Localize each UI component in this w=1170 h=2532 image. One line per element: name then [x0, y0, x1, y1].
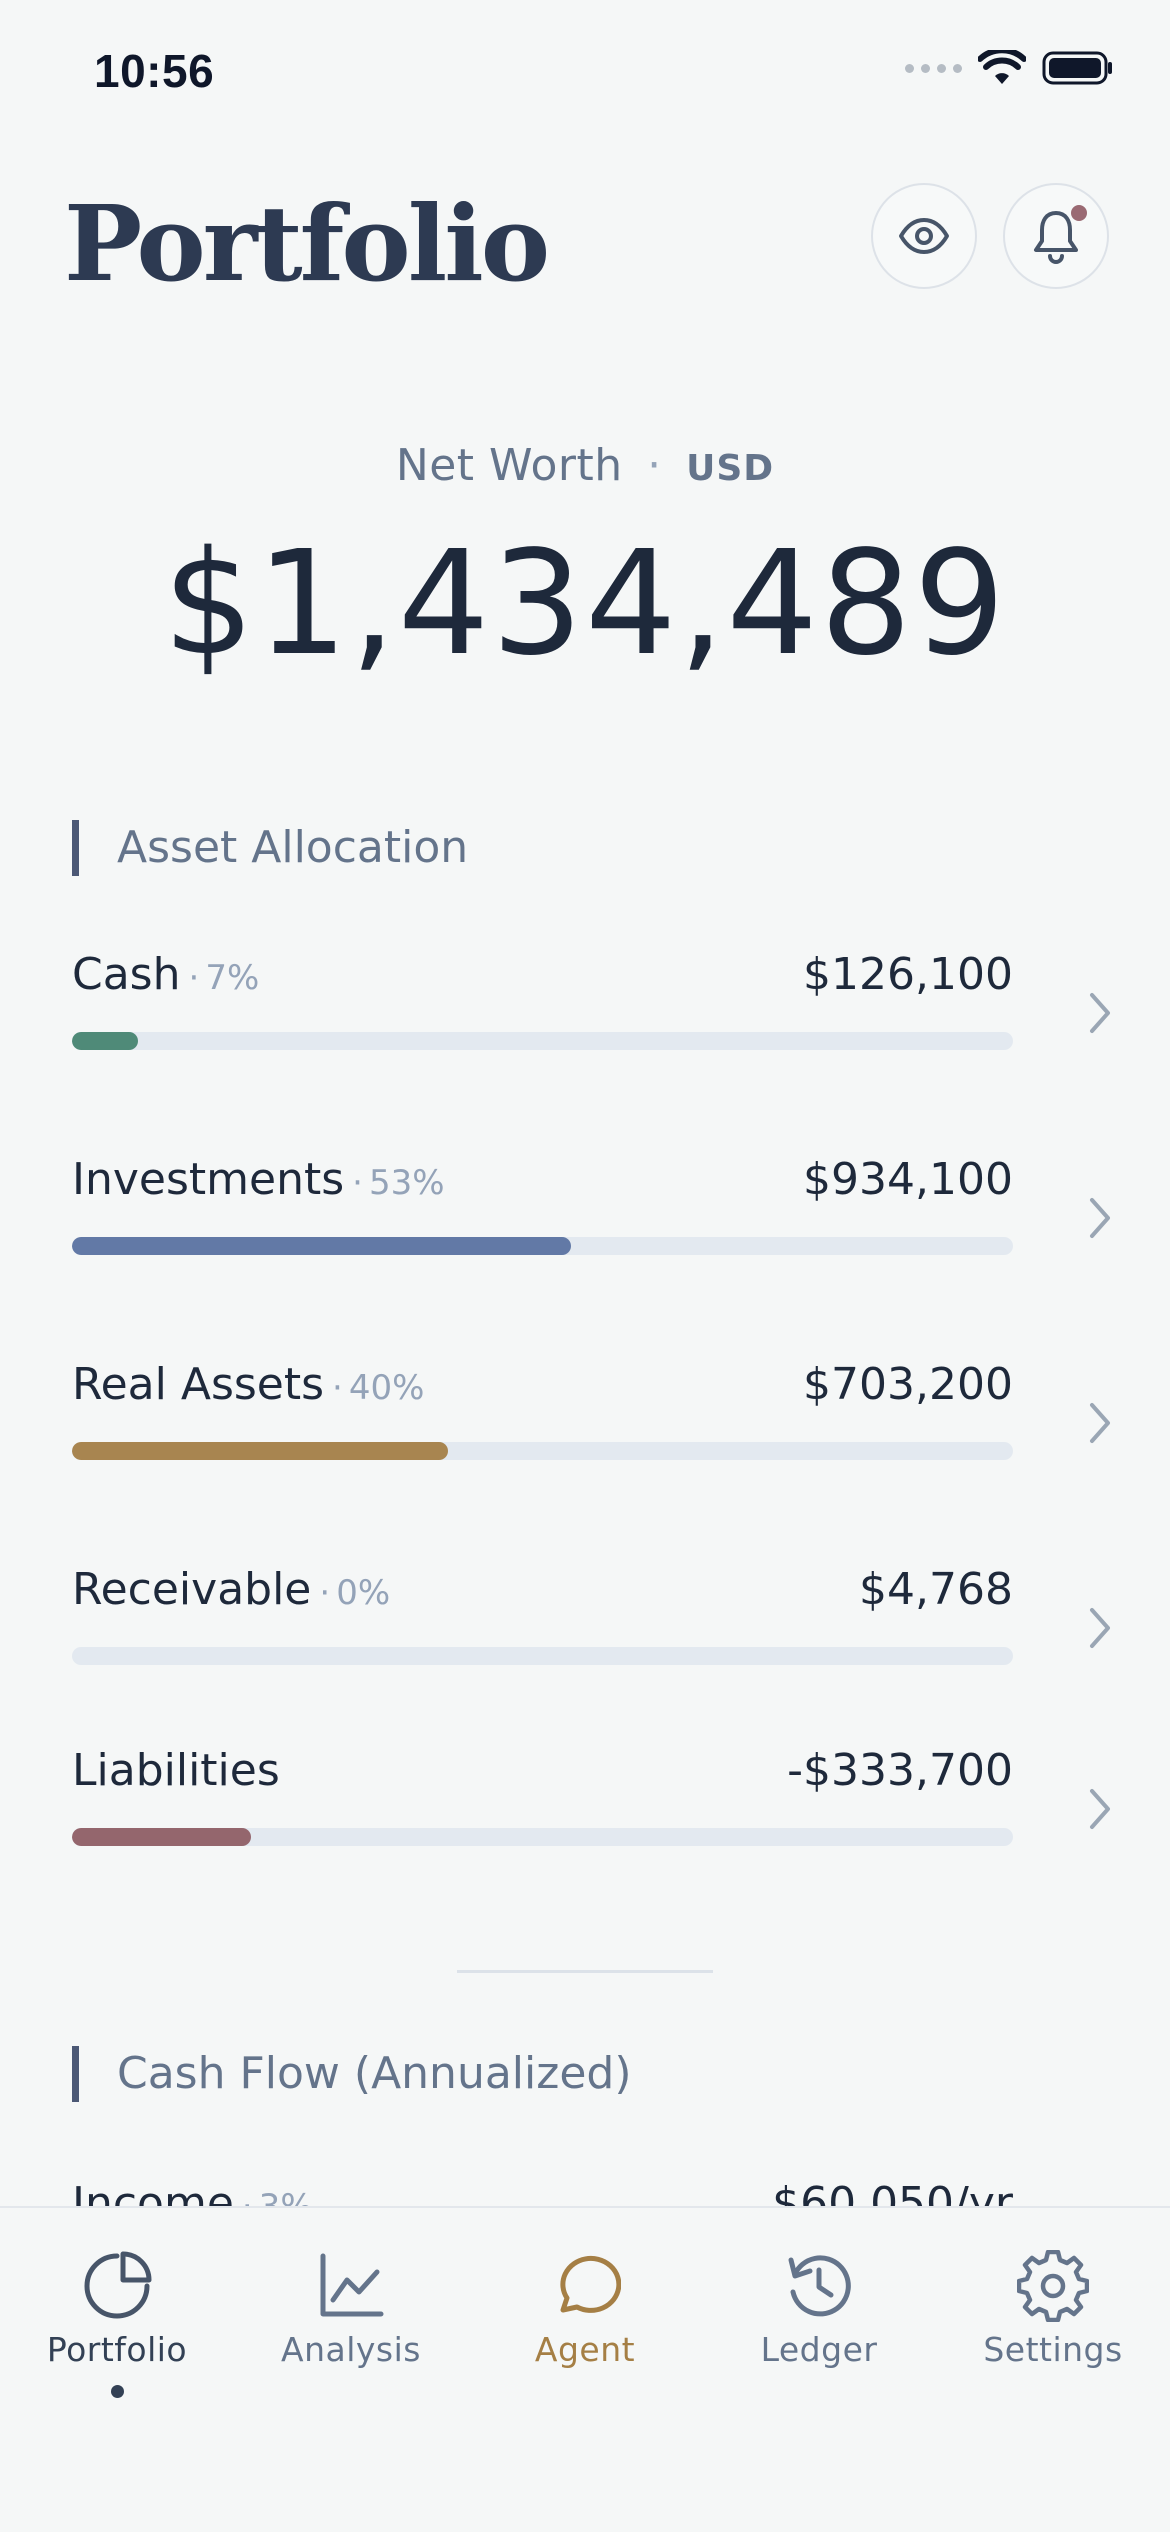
battery-icon — [1042, 51, 1112, 85]
section-divider — [457, 1970, 713, 1973]
history-icon — [788, 2255, 851, 2317]
allocation-amount: $126,100 — [803, 949, 1013, 1000]
allocation-bar — [72, 1828, 1013, 1846]
cash-flow-title: Cash Flow (Annualized) — [72, 2046, 632, 2102]
header: Portfolio — [0, 150, 1170, 330]
wifi-icon — [978, 50, 1026, 84]
allocation-percent: 53% — [368, 1163, 445, 1203]
active-tab-indicator — [110, 2385, 124, 2398]
tab-ledger[interactable]: Ledger — [702, 2250, 936, 2369]
tab-settings[interactable]: Settings — [936, 2250, 1170, 2369]
allocation-bar — [72, 1032, 1013, 1050]
status-bar: 10:56 — [0, 0, 1170, 150]
net-worth-value: $1,434,489 — [162, 519, 1008, 687]
eye-icon — [899, 218, 949, 254]
allocation-amount: -$333,700 — [787, 1745, 1013, 1796]
tab-label: Portfolio — [46, 2330, 188, 2369]
chevron-right-icon — [1090, 1789, 1110, 1829]
allocation-percent: 0% — [336, 1573, 391, 1613]
allocation-percent: 7% — [205, 958, 260, 998]
privacy-toggle-button[interactable] — [871, 183, 977, 289]
tab-analysis[interactable]: Analysis — [234, 2250, 468, 2369]
cellular-signal-icon — [905, 63, 962, 73]
net-worth-summary: Net Worth · USD $1,434,489 — [0, 440, 1170, 687]
tab-label: Analysis — [281, 2330, 421, 2369]
tab-label: Ledger — [760, 2330, 878, 2369]
allocation-bar-fill — [72, 1032, 138, 1050]
allocation-bar — [72, 1442, 1013, 1460]
chevron-right-icon — [1090, 1198, 1110, 1238]
net-worth-label: Net Worth — [395, 440, 623, 491]
allocation-amount: $934,100 — [803, 1154, 1013, 1205]
allocation-name: Receivable — [72, 1564, 312, 1615]
allocation-bar-fill — [72, 1828, 251, 1846]
tab-label: Settings — [983, 2330, 1123, 2369]
status-time: 10:56 — [94, 45, 215, 97]
chevron-right-icon — [1090, 1403, 1110, 1443]
currency-label: USD — [686, 448, 775, 489]
chat-bubble-icon — [560, 2255, 621, 2313]
allocation-amount: $703,200 — [803, 1359, 1013, 1410]
allocation-row-receivable[interactable]: Receivable · 0% $4,768 — [72, 1560, 1120, 1680]
page-title: Portfolio — [64, 182, 550, 305]
tab-label: Agent — [534, 2330, 636, 2369]
allocation-row-liabilities[interactable]: Liabilities -$333,700 — [72, 1741, 1120, 1861]
pie-chart-icon — [84, 2251, 152, 2319]
line-chart-icon — [320, 2253, 384, 2317]
notifications-button[interactable] — [1003, 183, 1109, 289]
allocation-row-investments[interactable]: Investments · 53% $934,100 — [72, 1150, 1120, 1270]
tab-portfolio[interactable]: Portfolio — [0, 2250, 234, 2398]
gear-icon — [1017, 2250, 1089, 2322]
net-worth-separator: · — [647, 440, 662, 491]
allocation-bar — [72, 1237, 1013, 1255]
allocation-percent: 40% — [348, 1368, 425, 1408]
allocation-name: Real Assets — [72, 1359, 325, 1410]
allocation-bar-fill — [72, 1442, 449, 1460]
allocation-name: Investments — [72, 1154, 345, 1205]
allocation-name: Cash — [72, 949, 181, 1000]
allocation-bar — [72, 1647, 1013, 1665]
allocation-amount: $4,768 — [859, 1564, 1013, 1615]
tab-bar: Portfolio Analysis Agent Ledger Settings — [0, 2206, 1170, 2532]
notification-badge — [1071, 205, 1087, 221]
status-icons — [905, 50, 1114, 86]
allocation-row-real-assets[interactable]: Real Assets · 40% $703,200 — [72, 1355, 1120, 1475]
tab-agent[interactable]: Agent — [468, 2250, 702, 2369]
allocation-row-cash[interactable]: Cash · 7% $126,100 — [72, 945, 1120, 1065]
asset-allocation-title: Asset Allocation — [72, 820, 468, 876]
chevron-right-icon — [1090, 993, 1110, 1033]
allocation-bar-fill — [72, 1237, 571, 1255]
chevron-right-icon — [1090, 1608, 1110, 1648]
allocation-name: Liabilities — [72, 1745, 280, 1796]
